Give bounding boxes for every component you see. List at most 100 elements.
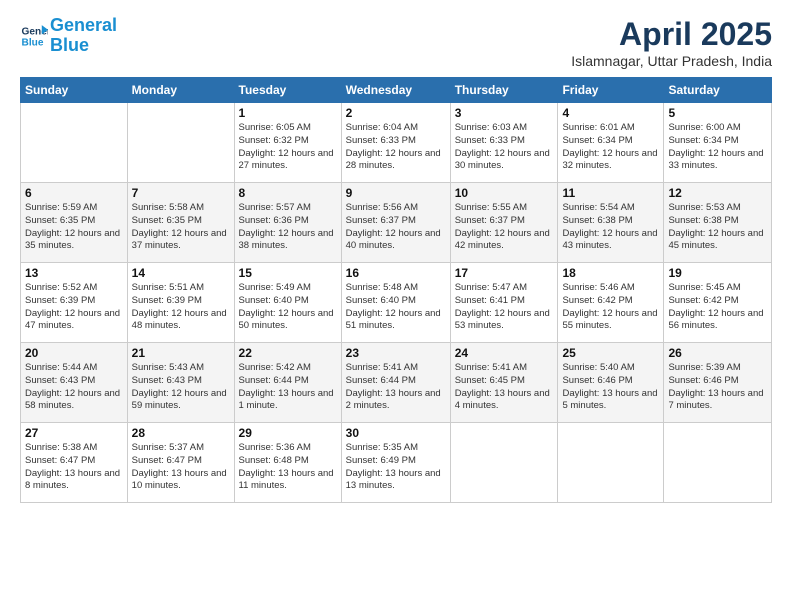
day-number: 19 — [668, 266, 767, 280]
day-number: 26 — [668, 346, 767, 360]
day-number: 13 — [25, 266, 123, 280]
table-row: 20 Sunrise: 5:44 AM Sunset: 6:43 PM Dayli… — [21, 343, 128, 423]
day-number: 18 — [562, 266, 659, 280]
day-number: 23 — [346, 346, 446, 360]
table-row: 12 Sunrise: 5:53 AM Sunset: 6:38 PM Dayli… — [664, 183, 772, 263]
day-number: 20 — [25, 346, 123, 360]
table-row: 4 Sunrise: 6:01 AM Sunset: 6:34 PM Daylig… — [558, 103, 664, 183]
header: General Blue General Blue April 2025 Isl… — [20, 16, 772, 69]
day-number: 16 — [346, 266, 446, 280]
day-info: Sunrise: 5:36 AM Sunset: 6:48 PM Dayligh… — [239, 442, 337, 493]
day-number: 27 — [25, 426, 123, 440]
calendar-table: Sunday Monday Tuesday Wednesday Thursday… — [20, 77, 772, 503]
col-friday: Friday — [558, 78, 664, 103]
svg-text:Blue: Blue — [22, 37, 44, 48]
day-info: Sunrise: 5:48 AM Sunset: 6:40 PM Dayligh… — [346, 282, 446, 333]
table-row: 19 Sunrise: 5:45 AM Sunset: 6:42 PM Dayli… — [664, 263, 772, 343]
day-info: Sunrise: 5:41 AM Sunset: 6:44 PM Dayligh… — [346, 362, 446, 413]
col-thursday: Thursday — [450, 78, 558, 103]
day-info: Sunrise: 5:58 AM Sunset: 6:35 PM Dayligh… — [132, 202, 230, 253]
day-info: Sunrise: 6:01 AM Sunset: 6:34 PM Dayligh… — [562, 122, 659, 173]
day-info: Sunrise: 5:49 AM Sunset: 6:40 PM Dayligh… — [239, 282, 337, 333]
table-row: 15 Sunrise: 5:49 AM Sunset: 6:40 PM Dayli… — [234, 263, 341, 343]
day-info: Sunrise: 6:04 AM Sunset: 6:33 PM Dayligh… — [346, 122, 446, 173]
day-info: Sunrise: 5:57 AM Sunset: 6:36 PM Dayligh… — [239, 202, 337, 253]
day-number: 25 — [562, 346, 659, 360]
day-info: Sunrise: 5:53 AM Sunset: 6:38 PM Dayligh… — [668, 202, 767, 253]
day-info: Sunrise: 5:52 AM Sunset: 6:39 PM Dayligh… — [25, 282, 123, 333]
day-info: Sunrise: 5:38 AM Sunset: 6:47 PM Dayligh… — [25, 442, 123, 493]
day-number: 17 — [455, 266, 554, 280]
col-saturday: Saturday — [664, 78, 772, 103]
day-info: Sunrise: 5:46 AM Sunset: 6:42 PM Dayligh… — [562, 282, 659, 333]
table-row: 6Sunrise: 5:59 AM Sunset: 6:35 PM Daylig… — [21, 183, 128, 263]
table-row: 16 Sunrise: 5:48 AM Sunset: 6:40 PM Dayli… — [341, 263, 450, 343]
day-info: Sunrise: 5:56 AM Sunset: 6:37 PM Dayligh… — [346, 202, 446, 253]
table-row: 21 Sunrise: 5:43 AM Sunset: 6:43 PM Dayli… — [127, 343, 234, 423]
day-number: 4 — [562, 106, 659, 120]
day-number: 21 — [132, 346, 230, 360]
table-row: 22 Sunrise: 5:42 AM Sunset: 6:44 PM Dayli… — [234, 343, 341, 423]
day-info: Sunrise: 5:40 AM Sunset: 6:46 PM Dayligh… — [562, 362, 659, 413]
day-number: 1 — [239, 106, 337, 120]
day-info: Sunrise: 5:35 AM Sunset: 6:49 PM Dayligh… — [346, 442, 446, 493]
day-info: Sunrise: 6:05 AM Sunset: 6:32 PM Dayligh… — [239, 122, 337, 173]
title-block: April 2025 Islamnagar, Uttar Pradesh, In… — [571, 16, 772, 69]
day-info: Sunrise: 5:42 AM Sunset: 6:44 PM Dayligh… — [239, 362, 337, 413]
calendar-week-row: 1 Sunrise: 6:05 AM Sunset: 6:32 PM Daylig… — [21, 103, 772, 183]
day-info: Sunrise: 6:03 AM Sunset: 6:33 PM Dayligh… — [455, 122, 554, 173]
day-number: 8 — [239, 186, 337, 200]
table-row — [21, 103, 128, 183]
day-number: 30 — [346, 426, 446, 440]
day-number: 9 — [346, 186, 446, 200]
table-row — [450, 423, 558, 503]
month-year: April 2025 — [571, 16, 772, 53]
table-row — [558, 423, 664, 503]
day-number: 14 — [132, 266, 230, 280]
table-row: 5Sunrise: 6:00 AM Sunset: 6:34 PM Daylig… — [664, 103, 772, 183]
location: Islamnagar, Uttar Pradesh, India — [571, 53, 772, 69]
table-row: 25 Sunrise: 5:40 AM Sunset: 6:46 PM Dayli… — [558, 343, 664, 423]
table-row: 26Sunrise: 5:39 AM Sunset: 6:46 PM Dayli… — [664, 343, 772, 423]
logo-general: General — [50, 15, 117, 35]
calendar-week-row: 20 Sunrise: 5:44 AM Sunset: 6:43 PM Dayli… — [21, 343, 772, 423]
day-number: 29 — [239, 426, 337, 440]
day-info: Sunrise: 5:59 AM Sunset: 6:35 PM Dayligh… — [25, 202, 123, 253]
col-monday: Monday — [127, 78, 234, 103]
calendar-week-row: 6Sunrise: 5:59 AM Sunset: 6:35 PM Daylig… — [21, 183, 772, 263]
calendar-week-row: 13 Sunrise: 5:52 AM Sunset: 6:39 PM Dayli… — [21, 263, 772, 343]
day-number: 2 — [346, 106, 446, 120]
day-info: Sunrise: 5:44 AM Sunset: 6:43 PM Dayligh… — [25, 362, 123, 413]
page: General Blue General Blue April 2025 Isl… — [0, 0, 792, 513]
table-row: 24Sunrise: 5:41 AM Sunset: 6:45 PM Dayli… — [450, 343, 558, 423]
calendar-week-row: 27 Sunrise: 5:38 AM Sunset: 6:47 PM Dayli… — [21, 423, 772, 503]
col-sunday: Sunday — [21, 78, 128, 103]
day-info: Sunrise: 6:00 AM Sunset: 6:34 PM Dayligh… — [668, 122, 767, 173]
table-row: 14Sunrise: 5:51 AM Sunset: 6:39 PM Dayli… — [127, 263, 234, 343]
day-number: 22 — [239, 346, 337, 360]
table-row: 28Sunrise: 5:37 AM Sunset: 6:47 PM Dayli… — [127, 423, 234, 503]
day-info: Sunrise: 5:45 AM Sunset: 6:42 PM Dayligh… — [668, 282, 767, 333]
day-number: 7 — [132, 186, 230, 200]
day-info: Sunrise: 5:54 AM Sunset: 6:38 PM Dayligh… — [562, 202, 659, 253]
table-row: 13 Sunrise: 5:52 AM Sunset: 6:39 PM Dayli… — [21, 263, 128, 343]
table-row: 17 Sunrise: 5:47 AM Sunset: 6:41 PM Dayli… — [450, 263, 558, 343]
calendar-header-row: Sunday Monday Tuesday Wednesday Thursday… — [21, 78, 772, 103]
day-number: 12 — [668, 186, 767, 200]
table-row: 10Sunrise: 5:55 AM Sunset: 6:37 PM Dayli… — [450, 183, 558, 263]
day-info: Sunrise: 5:47 AM Sunset: 6:41 PM Dayligh… — [455, 282, 554, 333]
table-row: 1 Sunrise: 6:05 AM Sunset: 6:32 PM Daylig… — [234, 103, 341, 183]
table-row: 27 Sunrise: 5:38 AM Sunset: 6:47 PM Dayli… — [21, 423, 128, 503]
day-number: 3 — [455, 106, 554, 120]
table-row — [127, 103, 234, 183]
table-row: 30 Sunrise: 5:35 AM Sunset: 6:49 PM Dayli… — [341, 423, 450, 503]
table-row — [664, 423, 772, 503]
day-number: 11 — [562, 186, 659, 200]
logo: General Blue General Blue — [20, 16, 117, 56]
day-info: Sunrise: 5:55 AM Sunset: 6:37 PM Dayligh… — [455, 202, 554, 253]
day-number: 24 — [455, 346, 554, 360]
day-number: 15 — [239, 266, 337, 280]
table-row: 3 Sunrise: 6:03 AM Sunset: 6:33 PM Daylig… — [450, 103, 558, 183]
col-tuesday: Tuesday — [234, 78, 341, 103]
day-info: Sunrise: 5:43 AM Sunset: 6:43 PM Dayligh… — [132, 362, 230, 413]
